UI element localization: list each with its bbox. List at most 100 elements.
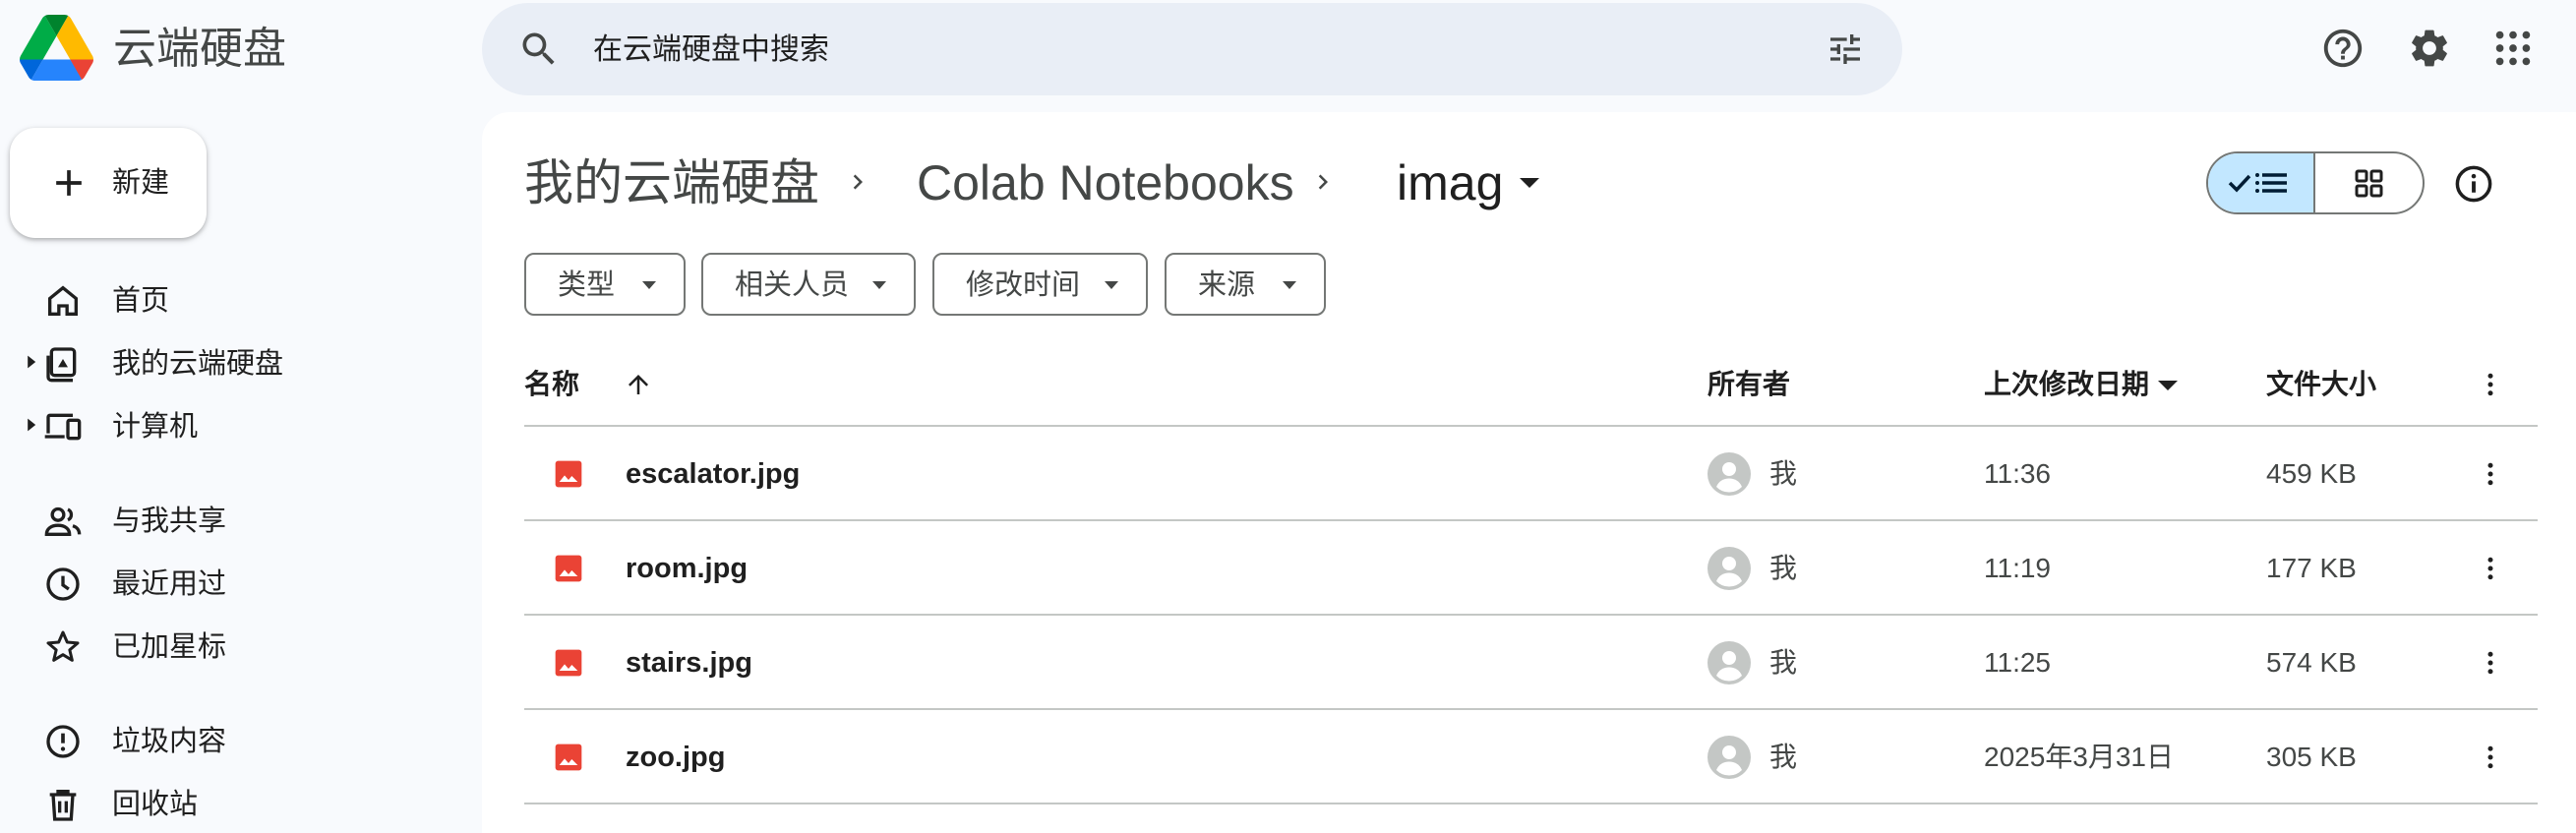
table-row[interactable]: zoo.jpg 我 2025年3月31日 305 KB bbox=[524, 710, 2538, 804]
file-size: 305 KB bbox=[2266, 742, 2357, 772]
dropdown-arrow-icon bbox=[640, 280, 658, 290]
filter-type-chip[interactable]: 类型 bbox=[524, 253, 686, 316]
expand-caret-icon[interactable] bbox=[26, 354, 39, 370]
sidebar-item-my-drive[interactable]: 我的云端硬盘 bbox=[0, 332, 472, 391]
sidebar-item-shared[interactable]: 与我共享 bbox=[0, 490, 472, 549]
dropdown-arrow-icon bbox=[1281, 280, 1298, 290]
info-icon[interactable] bbox=[2453, 163, 2494, 205]
chip-label: 类型 bbox=[558, 269, 616, 301]
modified-date: 11:25 bbox=[1984, 647, 2051, 678]
new-button-label: 新建 bbox=[112, 167, 170, 199]
search-bar[interactable]: 在云端硬盘中搜索 bbox=[482, 3, 1902, 95]
clock-icon bbox=[43, 565, 83, 604]
main-panel: 我的云端硬盘 Colab Notebooks imag 类型 相关人员 修改时间… bbox=[482, 112, 2576, 833]
avatar bbox=[1707, 547, 1751, 590]
chevron-right-icon bbox=[843, 167, 872, 197]
owner-name: 我 bbox=[1769, 647, 1798, 678]
image-file-icon bbox=[553, 742, 584, 773]
sidebar-item-spam[interactable]: 垃圾内容 bbox=[0, 710, 472, 769]
sort-ascending-icon[interactable] bbox=[624, 370, 653, 399]
expand-caret-icon[interactable] bbox=[26, 417, 39, 433]
avatar bbox=[1707, 641, 1751, 684]
file-name[interactable]: stairs.jpg bbox=[626, 645, 752, 681]
sidebar-item-trash[interactable]: 回收站 bbox=[0, 773, 472, 832]
sidebar-item-home[interactable]: 首页 bbox=[0, 269, 472, 328]
new-button[interactable]: 新建 bbox=[10, 128, 207, 238]
drive-logo[interactable] bbox=[20, 15, 93, 81]
folder-menu-dropdown-icon[interactable] bbox=[1517, 175, 1542, 191]
settings-icon[interactable] bbox=[2407, 26, 2452, 71]
sidebar-item-label: 我的云端硬盘 bbox=[112, 348, 284, 380]
image-file-icon bbox=[553, 647, 584, 679]
grid-view-button[interactable] bbox=[2315, 153, 2423, 212]
filter-modified-chip[interactable]: 修改时间 bbox=[932, 253, 1148, 316]
chevron-right-icon bbox=[1308, 167, 1338, 197]
sidebar-item-label: 与我共享 bbox=[112, 506, 227, 537]
app-title: 云端硬盘 bbox=[113, 25, 286, 73]
modified-date: 2025年3月31日 bbox=[1984, 742, 2175, 772]
modified-date: 11:19 bbox=[1984, 553, 2051, 583]
more-vert-icon[interactable] bbox=[2476, 648, 2505, 678]
table-row[interactable]: room.jpg 我 11:19 177 KB bbox=[524, 521, 2538, 616]
sidebar-item-label: 计算机 bbox=[112, 411, 199, 443]
sidebar-item-label: 垃圾内容 bbox=[112, 726, 227, 757]
column-header-owner: 所有者 bbox=[1707, 369, 1791, 399]
file-size: 177 KB bbox=[2266, 553, 2357, 583]
dropdown-arrow-icon[interactable] bbox=[2157, 380, 2179, 391]
owner-name: 我 bbox=[1769, 553, 1798, 583]
column-header-modified[interactable]: 上次修改日期 bbox=[1984, 367, 2149, 402]
breadcrumb-current-folder[interactable]: imag bbox=[1397, 151, 1503, 214]
file-size: 574 KB bbox=[2266, 647, 2357, 678]
more-vert-icon[interactable] bbox=[2476, 370, 2505, 399]
file-name[interactable]: escalator.jpg bbox=[626, 456, 800, 492]
sidebar-item-starred[interactable]: 已加星标 bbox=[0, 616, 472, 675]
image-file-icon bbox=[553, 458, 584, 490]
more-vert-icon[interactable] bbox=[2476, 743, 2505, 772]
plus-icon bbox=[47, 161, 90, 205]
file-size: 459 KB bbox=[2266, 458, 2357, 489]
help-icon[interactable] bbox=[2320, 26, 2366, 71]
sidebar-item-recent[interactable]: 最近用过 bbox=[0, 553, 472, 612]
search-options-icon[interactable] bbox=[1826, 30, 1865, 69]
more-vert-icon[interactable] bbox=[2476, 554, 2505, 583]
view-toggle bbox=[2206, 151, 2425, 214]
computer-icon bbox=[43, 407, 83, 446]
sidebar-item-label: 回收站 bbox=[112, 789, 199, 820]
star-icon bbox=[43, 627, 83, 667]
list-view-button[interactable] bbox=[2208, 153, 2315, 212]
breadcrumb-colab-notebooks[interactable]: Colab Notebooks bbox=[917, 151, 1294, 214]
drive-icon bbox=[43, 344, 83, 384]
apps-grid-icon[interactable] bbox=[2490, 26, 2536, 71]
filter-source-chip[interactable]: 来源 bbox=[1165, 253, 1326, 316]
people-icon bbox=[43, 502, 83, 541]
search-icon[interactable] bbox=[517, 28, 561, 71]
breadcrumb-my-drive[interactable]: 我的云端硬盘 bbox=[524, 151, 819, 214]
owner-name: 我 bbox=[1769, 458, 1798, 489]
more-vert-icon[interactable] bbox=[2476, 459, 2505, 489]
divider bbox=[524, 803, 2538, 804]
dropdown-arrow-icon bbox=[870, 280, 888, 290]
column-header-size: 文件大小 bbox=[2266, 369, 2377, 399]
filter-people-chip[interactable]: 相关人员 bbox=[701, 253, 916, 316]
sidebar-item-label: 最近用过 bbox=[112, 568, 227, 600]
avatar bbox=[1707, 736, 1751, 779]
table-row[interactable]: stairs.jpg 我 11:25 574 KB bbox=[524, 616, 2538, 710]
modified-date: 11:36 bbox=[1984, 458, 2051, 489]
chip-label: 来源 bbox=[1198, 269, 1256, 301]
search-input[interactable]: 在云端硬盘中搜索 bbox=[593, 30, 829, 70]
file-name[interactable]: zoo.jpg bbox=[626, 740, 725, 775]
dropdown-arrow-icon bbox=[1103, 280, 1120, 290]
chip-label: 相关人员 bbox=[735, 269, 850, 301]
table-row[interactable]: escalator.jpg 我 11:36 459 KB bbox=[524, 427, 2538, 521]
avatar bbox=[1707, 452, 1751, 496]
column-header-name[interactable]: 名称 bbox=[524, 367, 579, 402]
image-file-icon bbox=[553, 553, 584, 584]
trash-icon bbox=[43, 785, 83, 824]
sidebar-item-computers[interactable]: 计算机 bbox=[0, 395, 472, 454]
home-icon bbox=[43, 281, 83, 321]
owner-name: 我 bbox=[1769, 742, 1798, 772]
file-name[interactable]: room.jpg bbox=[626, 551, 748, 586]
sidebar-item-label: 首页 bbox=[112, 285, 170, 317]
spam-icon bbox=[43, 722, 83, 761]
sidebar-item-label: 已加星标 bbox=[112, 631, 227, 663]
